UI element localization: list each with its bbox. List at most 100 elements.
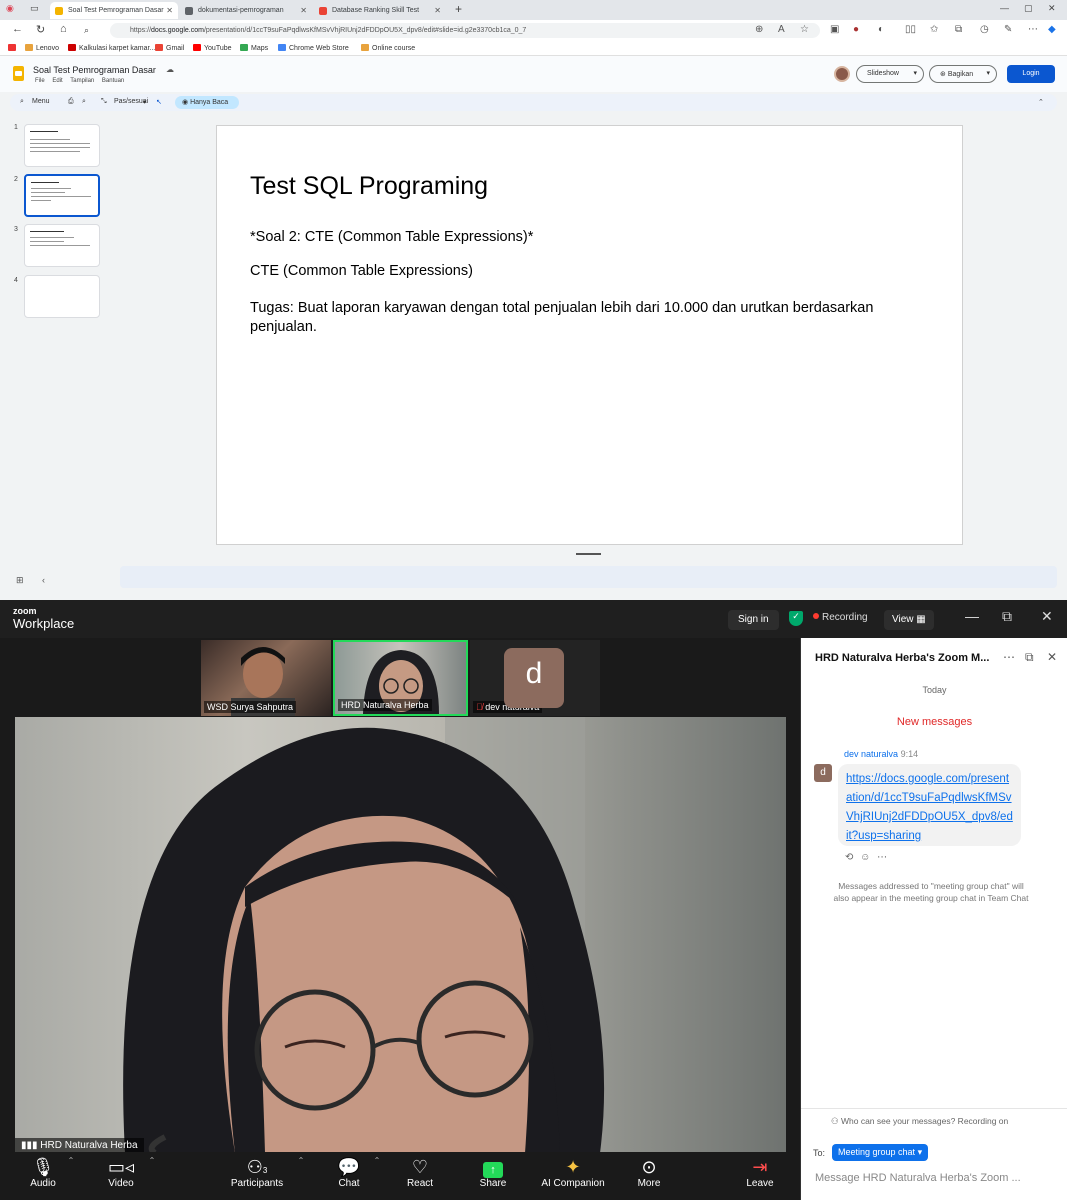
close-tab-icon[interactable]: ✕ — [166, 6, 173, 15]
home-icon[interactable]: ⌂ — [60, 23, 67, 35]
slide-thumbnail[interactable] — [24, 275, 100, 318]
react-button[interactable]: ♡ React — [385, 1156, 455, 1189]
history-icon[interactable]: ◷ — [980, 24, 989, 35]
control-label: Participants — [230, 1178, 284, 1189]
recipient-selector[interactable]: Meeting group chat ▾ — [832, 1144, 929, 1161]
youtube-icon — [193, 44, 201, 51]
speaker-name: ▮▮▮ HRD Naturalva Herba — [15, 1138, 144, 1153]
extension-icon[interactable]: ◐ — [878, 24, 884, 35]
bookmark-youtube[interactable]: YouTube — [193, 44, 232, 52]
popout-icon[interactable]: ⧉ — [1025, 650, 1034, 665]
chat-more-icon[interactable]: ⋯ — [1003, 650, 1015, 664]
recording-indicator[interactable]: Recording — [813, 612, 868, 623]
favorite-star-icon[interactable]: ☆ — [800, 24, 809, 35]
grid-view-icon[interactable]: ⊞ — [16, 575, 24, 586]
split-screen-icon[interactable]: ▯▯ — [905, 24, 916, 35]
close-tab-icon[interactable]: ✕ — [300, 6, 307, 15]
more-menu-icon[interactable]: ⋯ — [1028, 24, 1038, 35]
back-icon[interactable]: ← — [12, 23, 23, 35]
user-avatar[interactable] — [834, 66, 850, 82]
bookmark-gmail[interactable]: Gmail — [155, 44, 184, 52]
read-aloud-icon[interactable]: A — [778, 24, 785, 35]
more-icon[interactable]: ⋯ — [877, 852, 887, 863]
who-can-see-link[interactable]: ⚇ Who can see your messages? Recording o… — [831, 1116, 1008, 1127]
video-options-caret-icon[interactable]: ⌃ — [117, 1156, 187, 1165]
login-button[interactable]: Login — [1007, 65, 1055, 83]
sign-in-button[interactable]: Sign in — [728, 610, 779, 630]
extensions-icon[interactable]: ✎ — [1004, 24, 1012, 35]
slide-thumbnail[interactable] — [24, 224, 100, 267]
favorites-icon[interactable]: ✩ — [930, 24, 938, 35]
share-button[interactable]: ⊛ Bagikan ▾ — [929, 65, 997, 83]
speaker-notes-area[interactable] — [120, 566, 1057, 588]
slide-canvas[interactable]: Test SQL Programing *Soal 2: CTE (Common… — [216, 125, 963, 545]
select-cursor-icon[interactable]: ↖ — [156, 98, 162, 106]
control-label: Video — [108, 1178, 134, 1189]
profile-icon[interactable]: ◉ — [6, 3, 14, 14]
slide-thumbnail-selected[interactable] — [24, 174, 100, 217]
bookmark-icon[interactable] — [8, 44, 19, 52]
more-icon: ⊙ — [641, 1157, 657, 1177]
collapse-panel-icon[interactable]: ‹ — [42, 575, 45, 585]
tab-2[interactable]: Database Ranking Skill Test ✕ — [314, 2, 446, 19]
maximize-icon[interactable]: ▢ — [1024, 3, 1033, 14]
leave-button[interactable]: ⇥ Leave — [725, 1156, 795, 1189]
chevron-down-icon[interactable]: ▾ — [143, 98, 147, 106]
zoom-icon[interactable]: ⊕ — [755, 24, 763, 35]
speaker-notes-handle[interactable] — [576, 553, 601, 555]
collections-icon[interactable]: ⧉ — [955, 24, 962, 35]
bookmark-kalkulasi[interactable]: Kalkulasi karpet kamar... — [68, 44, 155, 52]
slideshow-button[interactable]: Slideshow ▾ — [856, 65, 924, 83]
message-link[interactable]: https://docs.google.com/presentation/d/1… — [846, 773, 1013, 842]
tab-0[interactable]: Soal Test Pemrograman Dasar ✕ — [50, 2, 178, 19]
tab-actions-icon[interactable]: ▭ — [30, 3, 39, 14]
participant-tile[interactable]: WSD Surya Sahputra — [201, 640, 331, 716]
bookmark-webstore[interactable]: Chrome Web Store — [278, 44, 349, 52]
extension-icon[interactable]: ● — [853, 24, 859, 35]
minimize-icon[interactable]: — — [965, 608, 979, 624]
control-label: Audio — [30, 1178, 56, 1189]
zoom-icon[interactable]: ⌕ — [82, 98, 86, 106]
reply-icon[interactable]: ⟲ — [845, 852, 853, 863]
minimize-icon[interactable]: — — [1000, 3, 1009, 13]
message-bubble: https://docs.google.com/presentation/d/1… — [838, 764, 1021, 846]
main-video[interactable]: ▮▮▮ HRD Naturalva Herba — [15, 717, 786, 1153]
message-input[interactable]: Message HRD Naturalva Herba's Zoom ... — [815, 1172, 1055, 1184]
emoji-reaction-icon[interactable]: ☺ — [860, 852, 870, 863]
reload-icon[interactable]: ↻ — [36, 23, 45, 36]
restore-icon[interactable]: ⧉ — [1002, 608, 1012, 625]
bookmark-label: Gmail — [166, 45, 185, 52]
bookmark-lenovo[interactable]: Lenovo — [25, 44, 59, 52]
fit-zoom-icon[interactable]: ⤡ — [101, 98, 107, 106]
address-bar[interactable]: https://docs.google.com/presentation/d/1… — [110, 23, 820, 38]
copilot-icon[interactable]: ◆ — [1048, 24, 1056, 35]
extension-icon[interactable]: ▣ — [830, 24, 839, 35]
close-tab-icon[interactable]: ✕ — [434, 6, 441, 15]
view-button[interactable]: View ▦ — [884, 610, 934, 630]
close-window-icon[interactable]: ✕ — [1048, 3, 1056, 14]
bookmark-maps[interactable]: Maps — [240, 44, 268, 52]
docs-menu-bar[interactable]: File Edit Tampilan Bantuan — [35, 78, 124, 84]
collapse-toolbar-icon[interactable]: ⌃ — [1038, 98, 1044, 106]
close-chat-icon[interactable]: ✕ — [1047, 650, 1057, 664]
close-icon[interactable]: ✕ — [1041, 608, 1053, 625]
google-slides-logo-icon[interactable] — [13, 66, 24, 81]
ai-companion-button[interactable]: ✦ AI Companion — [538, 1156, 608, 1189]
bookmark-label: Lenovo — [36, 45, 59, 52]
document-title[interactable]: Soal Test Pemrograman Dasar — [33, 65, 156, 75]
more-button[interactable]: ⊙ More — [614, 1156, 684, 1189]
slide-thumbnail[interactable] — [24, 124, 100, 167]
tab-1[interactable]: dokumentasi-pemrograman ✕ — [180, 2, 312, 19]
search-icon[interactable]: ⌕ — [84, 25, 89, 36]
new-tab-icon[interactable]: + — [455, 2, 462, 16]
to-label: To: — [813, 1148, 826, 1158]
participant-tile-active[interactable]: HRD Naturalva Herba — [333, 640, 468, 716]
docs-header: Soal Test Pemrograman Dasar ☁ File Edit … — [0, 56, 1067, 92]
view-only-badge[interactable]: ◉ Hanya Baca — [175, 96, 239, 109]
menus-search[interactable]: Menu — [32, 98, 50, 105]
search-menus-icon[interactable]: ⌕ — [20, 98, 24, 106]
bookmark-online-course[interactable]: Online course — [361, 44, 415, 52]
print-icon[interactable]: ⎙ — [68, 98, 74, 106]
share-button[interactable]: ↑ Share — [458, 1156, 528, 1189]
security-shield-icon[interactable]: ✓ — [789, 611, 803, 626]
